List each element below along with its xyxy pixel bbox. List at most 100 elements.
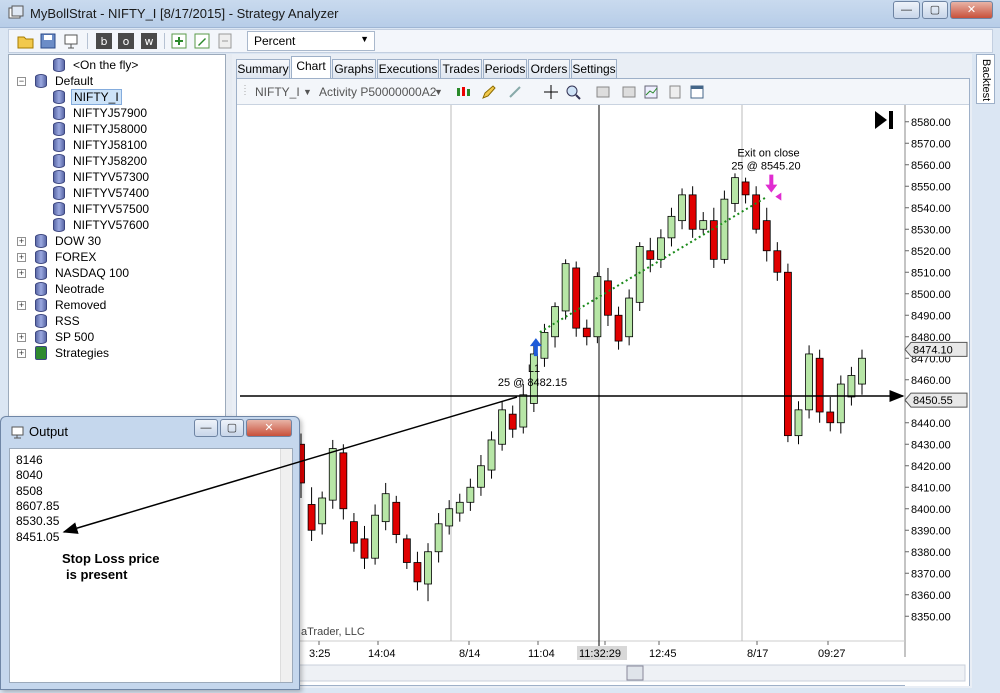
y-tick-label: 8400.00 [911,504,951,516]
chart-scrollbar[interactable] [237,664,966,682]
magnet-icon[interactable] [507,84,523,100]
pencil-icon[interactable] [193,32,211,50]
output-log[interactable]: 8146 8040 8508 8607.85 8530.35 8451.05 Stop L… [9,448,293,683]
tree-item[interactable]: NIFTYV57300 [9,169,225,185]
open-folder-icon[interactable] [17,32,35,50]
tree-item[interactable]: + Removed [9,297,225,313]
tab-settings[interactable]: Settings [571,59,617,79]
tree-item-label: NIFTYV57300 [73,170,150,184]
tree-item[interactable]: RSS [9,313,225,329]
expand-icon[interactable]: + [17,333,26,342]
database-icon [53,186,65,200]
output-minimize-button[interactable]: — [194,419,218,437]
add-icon[interactable] [170,32,188,50]
properties-icon[interactable] [595,84,611,100]
tab-periods[interactable]: Periods [483,59,527,79]
tree-item[interactable]: NIFTYV57500 [9,201,225,217]
page-icon[interactable] [216,32,234,50]
dollar-icon[interactable] [667,84,683,100]
tree-item-label: NIFTYJ57900 [73,106,148,120]
candle [572,267,581,329]
instrument-selector[interactable]: NIFTY_I [255,85,300,99]
indicator-selector[interactable]: Activity P50000000A2 [319,85,436,99]
w-icon[interactable]: w [140,32,158,50]
tree-item[interactable]: Neotrade [9,281,225,297]
title-bar: MyBollStrat - NIFTY_I [8/17/2015] - Stra… [0,0,1000,28]
tree-item[interactable]: + FOREX [9,249,225,265]
price-chart[interactable]: 8580.00 8570.00 8560.00 8550.00 8540.00 8530.… [237,105,969,686]
strategy-icon[interactable] [621,84,637,100]
candlestick-icon[interactable] [455,84,471,100]
scrollbar-thumb[interactable] [626,665,644,681]
tab-backtest[interactable]: Backtest [976,54,995,104]
expand-icon[interactable]: + [17,237,26,246]
y-tick-label: 8420.00 [911,461,951,473]
tree-item[interactable]: NIFTYV57600 [9,217,225,233]
collapse-icon[interactable]: − [17,77,26,86]
pencil-icon[interactable] [481,84,497,100]
export-icon[interactable] [63,32,81,50]
output-restore-button[interactable]: ▢ [220,419,244,437]
tree-item[interactable]: + Strategies [9,345,225,361]
jump-to-end-icon[interactable] [875,111,887,129]
output-close-button[interactable]: ✕ [246,419,292,437]
crosshair-icon[interactable] [543,84,559,100]
candle [858,357,866,385]
window-icon[interactable] [689,84,705,100]
expand-icon[interactable]: + [17,269,26,278]
tree-item[interactable]: + SP 500 [9,329,225,345]
tab-summary[interactable]: Summary [236,59,290,79]
tree-item[interactable]: NIFTYJ58200 [9,153,225,169]
restore-button[interactable]: ▢ [922,1,948,19]
y-tick-label: 8530.00 [911,224,951,236]
expand-icon[interactable]: + [17,349,26,358]
minimize-button[interactable]: — [893,1,920,19]
candle [646,250,655,260]
chevron-down-icon[interactable]: ▼ [303,87,312,97]
x-tick-label: 11:04 [528,648,555,660]
tree-item[interactable]: NIFTYJ57900 [9,105,225,121]
backtest-tab-label: Backtest [980,59,992,102]
tree-item[interactable]: NIFTYJ58000 [9,121,225,137]
database-icon [35,298,47,312]
tree-item[interactable]: NIFTY_I [9,89,225,105]
candle [540,332,549,359]
zoom-icon[interactable] [565,84,581,100]
exit-arrow-icon [765,174,778,193]
tab-chart[interactable]: Chart [291,56,331,79]
b-icon[interactable]: b [95,32,113,50]
tab-orders[interactable]: Orders [528,59,570,79]
output-line: 8451.05 [16,529,60,544]
tree-item-label: RSS [55,314,80,328]
tree-item[interactable]: NIFTYV57400 [9,185,225,201]
candle [593,276,602,338]
chevron-down-icon[interactable]: ▼ [434,87,443,97]
output-scrollbar[interactable] [280,449,292,682]
y-tick-label: 8410.00 [911,482,951,494]
tree-item[interactable]: + DOW 30 [9,233,225,249]
database-icon [53,106,65,120]
candle [455,501,464,514]
output-line: 8508 [16,483,43,498]
o-icon[interactable]: o [117,32,135,50]
tree-item[interactable]: <On the fly> [9,57,225,73]
close-button[interactable]: ✕ [950,1,993,19]
y-tick-label: 8570.00 [911,138,951,150]
candle [752,194,761,230]
candle [720,198,729,260]
data-box-icon[interactable] [643,84,659,100]
save-icon[interactable] [39,32,57,50]
expand-icon[interactable]: + [17,253,26,262]
tab-graphs[interactable]: Graphs [332,59,376,79]
expand-icon[interactable]: + [17,301,26,310]
tree-item[interactable]: − Default [9,73,225,89]
x-tick-label: 8/17 [747,648,768,660]
tree-item[interactable]: NIFTYJ58100 [9,137,225,153]
tree-item[interactable]: + NASDAQ 100 [9,265,225,281]
mode-combo[interactable]: Percent ▼ [247,31,375,51]
candle [307,504,316,531]
chart-container: NIFTY_I ▼ Activity P50000000A2 ▼ 8580.00… [236,78,970,686]
tab-trades[interactable]: Trades [440,59,482,79]
tab-executions[interactable]: Executions [377,59,439,79]
jump-to-end-bar[interactable] [889,111,893,129]
